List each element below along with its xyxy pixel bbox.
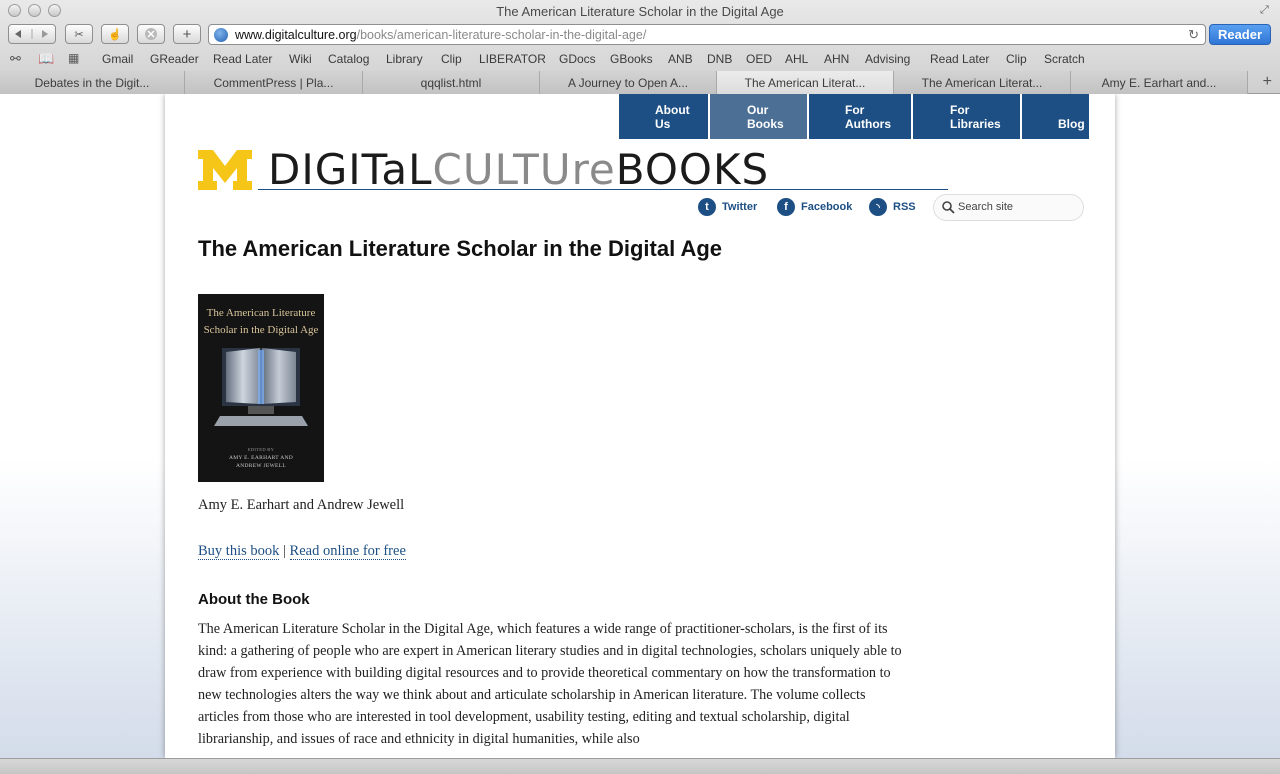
globe-icon bbox=[214, 28, 228, 42]
purchase-links: Buy this book | Read online for free bbox=[198, 543, 406, 560]
bookmarks-book-icon[interactable]: 📖 bbox=[38, 51, 54, 67]
cover-title-line: The American Literature bbox=[206, 307, 316, 319]
url-path: /books/american-literature-scholar-in-th… bbox=[356, 28, 647, 42]
reader-button[interactable]: Reader bbox=[1209, 24, 1271, 45]
stop-button[interactable] bbox=[137, 24, 165, 44]
bookmark-item[interactable]: Wiki bbox=[289, 52, 312, 66]
rss-icon: ◝ bbox=[869, 198, 887, 216]
fullscreen-icon[interactable]: ⤢ bbox=[1260, 4, 1272, 16]
nav-blog[interactable]: Blog bbox=[1022, 94, 1089, 139]
nav-for-authors[interactable]: For Authors bbox=[809, 94, 911, 139]
logo-culture: CULTUre bbox=[432, 145, 616, 194]
bookmark-item[interactable]: GReader bbox=[150, 52, 199, 66]
cover-editor: ANDREW JEWELL bbox=[235, 463, 287, 469]
logo-underline bbox=[258, 189, 948, 190]
bookmark-item[interactable]: ANB bbox=[668, 52, 693, 66]
plus-icon: + bbox=[182, 25, 192, 43]
window-title: The American Literature Scholar in the D… bbox=[496, 4, 784, 19]
bookmark-item[interactable]: Library bbox=[386, 52, 423, 66]
bookmark-item[interactable]: AHL bbox=[785, 52, 808, 66]
bookmark-item[interactable]: Catalog bbox=[328, 52, 369, 66]
about-heading: About the Book bbox=[198, 591, 310, 608]
bookmark-item[interactable]: Read Later bbox=[213, 52, 272, 66]
tab[interactable]: A Journey to Open A... bbox=[540, 71, 717, 94]
top-sites-grid-icon[interactable]: ▦ bbox=[68, 51, 79, 65]
url-host: www.digitalculture.org bbox=[235, 28, 357, 42]
nav-for-libraries[interactable]: For Libraries bbox=[913, 94, 1020, 139]
tab-active[interactable]: The American Literat... bbox=[717, 71, 894, 94]
bookmarklet-button[interactable]: ☝ bbox=[101, 24, 129, 44]
reading-list-icon[interactable]: ⚯ bbox=[10, 51, 21, 67]
tab[interactable]: Debates in the Digit... bbox=[0, 71, 185, 94]
tab[interactable]: Amy E. Earhart and... bbox=[1071, 71, 1248, 94]
bookmark-item[interactable]: Read Later bbox=[930, 52, 989, 66]
bookmark-item[interactable]: Scratch bbox=[1044, 52, 1085, 66]
logo-wordmark: DIGITaLCULTUreBOOKS bbox=[268, 145, 769, 195]
read-online-link[interactable]: Read online for free bbox=[289, 543, 406, 560]
rss-label: RSS bbox=[893, 201, 916, 213]
web-viewport: About Us Our Books For Authors For Libra… bbox=[0, 94, 1280, 758]
tab[interactable]: The American Literat... bbox=[894, 71, 1071, 94]
nav-about-us[interactable]: About Us bbox=[619, 94, 708, 139]
bookmark-item[interactable]: Gmail bbox=[102, 52, 133, 66]
bookmark-item[interactable]: LIBERATOR bbox=[479, 52, 546, 66]
hand-icon: ☝ bbox=[108, 28, 122, 41]
back-forward-buttons[interactable] bbox=[8, 24, 56, 44]
bookmark-item[interactable]: GDocs bbox=[559, 52, 596, 66]
logo-books: BOOKS bbox=[615, 145, 770, 194]
facebook-label: Facebook bbox=[801, 201, 853, 213]
buy-book-link[interactable]: Buy this book bbox=[198, 543, 280, 560]
facebook-icon: f bbox=[777, 198, 795, 216]
book-authors: Amy E. Earhart and Andrew Jewell bbox=[198, 497, 405, 513]
url-text[interactable]: www.digitalculture.org/books/american-li… bbox=[235, 28, 646, 42]
nav-our-books[interactable]: Our Books bbox=[710, 94, 807, 139]
add-bookmark-button[interactable]: + bbox=[173, 24, 201, 44]
book-cover-image[interactable]: The American Literature Scholar in the D… bbox=[198, 294, 324, 482]
umich-block-m-logo bbox=[198, 150, 252, 190]
cover-edited-by: EDITED BY bbox=[247, 447, 275, 452]
site-search[interactable] bbox=[933, 194, 1084, 221]
bookmark-item[interactable]: AHN bbox=[824, 52, 849, 66]
toolbar: ✂ ☝ + www.digitalculture.org/books/ameri… bbox=[0, 22, 1280, 48]
search-input[interactable] bbox=[958, 201, 1076, 213]
bookmark-item[interactable]: Clip bbox=[1006, 52, 1027, 66]
tab-bar: Debates in the Digit... CommentPress | P… bbox=[0, 71, 1280, 94]
tab[interactable]: CommentPress | Pla... bbox=[185, 71, 363, 94]
stop-icon bbox=[145, 28, 157, 40]
address-bar[interactable]: www.digitalculture.org/books/american-li… bbox=[208, 24, 1206, 45]
cover-title: The American Literature Scholar in the D… bbox=[198, 305, 324, 339]
reload-icon[interactable]: ↻ bbox=[1188, 27, 1199, 43]
page-container: About Us Our Books For Authors For Libra… bbox=[165, 94, 1115, 758]
facebook-link[interactable]: f Facebook bbox=[777, 198, 852, 216]
about-description: The American Literature Scholar in the D… bbox=[198, 621, 902, 747]
bookmark-item[interactable]: DNB bbox=[707, 52, 732, 66]
page-title: The American Literature Scholar in the D… bbox=[198, 236, 723, 261]
search-icon bbox=[942, 201, 955, 214]
bookmarks-bar: ⚯ 📖 ▦ Gmail GReader Read Later Wiki Cata… bbox=[0, 48, 1280, 69]
browser-chrome: The American Literature Scholar in the D… bbox=[0, 0, 1280, 94]
twitter-label: Twitter bbox=[722, 201, 758, 213]
bookmark-item[interactable]: Advising bbox=[865, 52, 910, 66]
rss-link[interactable]: ◝ RSS bbox=[869, 198, 916, 216]
cover-editors: EDITED BY AMY E. EARHART AND ANDREW JEWE… bbox=[198, 446, 324, 470]
bookmark-item[interactable]: OED bbox=[746, 52, 772, 66]
tools-button[interactable]: ✂ bbox=[65, 24, 93, 44]
twitter-link[interactable]: t Twitter bbox=[698, 198, 757, 216]
cover-editor: AMY E. EARHART AND bbox=[228, 455, 294, 461]
link-separator: | bbox=[283, 543, 286, 559]
cover-title-line: Scholar in the Digital Age bbox=[203, 324, 319, 336]
cover-book-monitor-illustration bbox=[214, 348, 308, 426]
new-tab-icon[interactable]: + bbox=[1263, 73, 1272, 91]
bookmark-item[interactable]: GBooks bbox=[610, 52, 653, 66]
status-bar bbox=[0, 758, 1280, 774]
wrench-icon: ✂ bbox=[74, 28, 84, 41]
back-forward-icon bbox=[15, 29, 48, 39]
logo-digital: DIGITaL bbox=[268, 145, 433, 194]
bookmark-item[interactable]: Clip bbox=[441, 52, 462, 66]
title-bar: The American Literature Scholar in the D… bbox=[0, 0, 1280, 22]
tab[interactable]: qqqlist.html bbox=[363, 71, 540, 94]
twitter-icon: t bbox=[698, 198, 716, 216]
